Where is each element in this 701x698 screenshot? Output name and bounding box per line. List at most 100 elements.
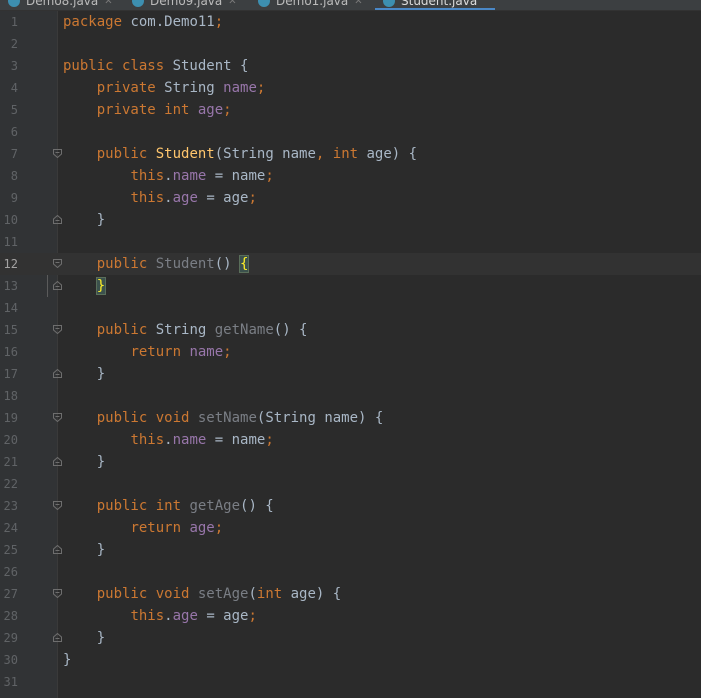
code-token: ; [265, 432, 274, 448]
code-line[interactable]: 25 } [0, 539, 701, 561]
code-line[interactable]: 19 public void setName(String name) { [0, 407, 701, 429]
code-token: name [223, 80, 257, 96]
code-line[interactable]: 6 [0, 121, 701, 143]
code-line[interactable]: 1 package com.Demo11; [0, 11, 701, 33]
code-line[interactable]: 11 [0, 231, 701, 253]
code-token: . [164, 432, 173, 448]
code-line[interactable]: 13 } [0, 275, 701, 297]
fold-end-icon[interactable] [53, 215, 62, 224]
code-token: Student [155, 256, 215, 272]
code-token: ( [248, 586, 257, 602]
code-token: public void [96, 410, 198, 426]
code-line[interactable]: 15 public String getName() { [0, 319, 701, 341]
close-icon[interactable]: ✕ [228, 0, 236, 7]
fold-end-icon[interactable] [53, 457, 62, 466]
code-line[interactable]: 21 } [0, 451, 701, 473]
code-token: ; [256, 80, 266, 96]
code-text: } [63, 451, 105, 473]
code-line[interactable]: 30} [0, 649, 701, 671]
tab-demo8[interactable]: Demo8.java ✕ [8, 0, 113, 10]
code-line[interactable]: 24 return age; [0, 517, 701, 539]
code-token: public [96, 256, 156, 272]
code-token: return [130, 520, 190, 536]
code-text: return age; [63, 517, 223, 539]
code-line[interactable]: 29 } [0, 627, 701, 649]
code-text: public void setName(String name) { [63, 407, 384, 429]
code-line[interactable]: 22 [0, 473, 701, 495]
line-number: 2 [10, 37, 18, 51]
code-token: (String name [214, 146, 316, 162]
code-line[interactable]: 12 public Student() { [0, 253, 701, 275]
close-icon[interactable]: ✕ [104, 0, 112, 7]
code-line[interactable]: 3 public class Student { [0, 55, 701, 77]
line-number: 18 [3, 389, 18, 403]
code-token: , int [315, 146, 367, 162]
code-token: (String name) { [256, 410, 384, 426]
code-token: private [96, 80, 165, 96]
code-line[interactable]: 2 [0, 33, 701, 55]
code-token: } [63, 212, 106, 228]
line-number: 30 [3, 653, 18, 667]
code-line[interactable]: 4 private String name; [0, 77, 701, 99]
code-token: . [164, 190, 173, 206]
tab-demo9[interactable]: Demo9.java ✕ [132, 0, 237, 10]
code-line[interactable]: 5 private int age; [0, 99, 701, 121]
code-line[interactable]: 7 public Student(String name, int age) { [0, 143, 701, 165]
fold-end-icon[interactable] [53, 545, 62, 554]
fold-end-icon[interactable] [53, 633, 62, 642]
tab-label: Demo1.java [276, 0, 349, 8]
code-token: public [96, 322, 156, 338]
code-line[interactable]: 20 this.name = name; [0, 429, 701, 451]
line-number: 1 [10, 15, 18, 29]
tab-demo1[interactable]: Demo1.java ✕ [258, 0, 363, 10]
fold-start-icon[interactable] [53, 413, 62, 422]
code-text: } [63, 627, 105, 649]
tab-student[interactable]: Student.java [375, 0, 495, 10]
java-class-icon [383, 0, 395, 7]
fold-end-icon[interactable] [53, 369, 62, 378]
code-token: = age [197, 190, 249, 206]
code-line[interactable]: 10 } [0, 209, 701, 231]
code-token: ; [248, 190, 257, 206]
line-number: 13 [3, 279, 18, 293]
line-number: 14 [3, 301, 18, 315]
tab-label: Student.java [401, 0, 478, 8]
fold-start-icon[interactable] [53, 149, 62, 158]
code-line[interactable]: 16 return name; [0, 341, 701, 363]
code-token: getName [214, 322, 274, 338]
code-line[interactable]: 17 } [0, 363, 701, 385]
code-token: . [164, 168, 173, 184]
code-token: name [189, 344, 224, 360]
line-number: 8 [10, 169, 18, 183]
code-token: public [96, 146, 156, 162]
code-token: ; [214, 14, 224, 30]
line-number: 9 [10, 191, 18, 205]
code-line[interactable]: 18 [0, 385, 701, 407]
line-number: 17 [3, 367, 18, 381]
line-number: 24 [3, 521, 18, 535]
code-line[interactable]: 14 [0, 297, 701, 319]
code-line[interactable]: 9 this.age = age; [0, 187, 701, 209]
code-token: } [63, 542, 106, 558]
code-line[interactable]: 26 [0, 561, 701, 583]
close-icon[interactable]: ✕ [354, 0, 362, 7]
fold-start-icon[interactable] [53, 325, 62, 334]
fold-end-icon[interactable] [53, 281, 62, 290]
code-editor[interactable]: 1 package com.Demo11; 2 3 public class Stude… [0, 11, 701, 698]
code-line[interactable]: 8 this.name = name; [0, 165, 701, 187]
code-token: ; [223, 344, 232, 360]
code-line[interactable]: 27 public void setAge(int age) { [0, 583, 701, 605]
code-token: ; [248, 608, 257, 624]
code-line[interactable]: 28 this.age = age; [0, 605, 701, 627]
code-token: } [63, 652, 72, 668]
code-line[interactable]: 23 public int getAge() { [0, 495, 701, 517]
fold-start-icon[interactable] [53, 259, 62, 268]
code-text: } [63, 209, 105, 231]
line-number: 16 [3, 345, 18, 359]
code-line[interactable]: 31 [0, 671, 701, 693]
fold-start-icon[interactable] [53, 501, 62, 510]
fold-start-icon[interactable] [53, 589, 62, 598]
